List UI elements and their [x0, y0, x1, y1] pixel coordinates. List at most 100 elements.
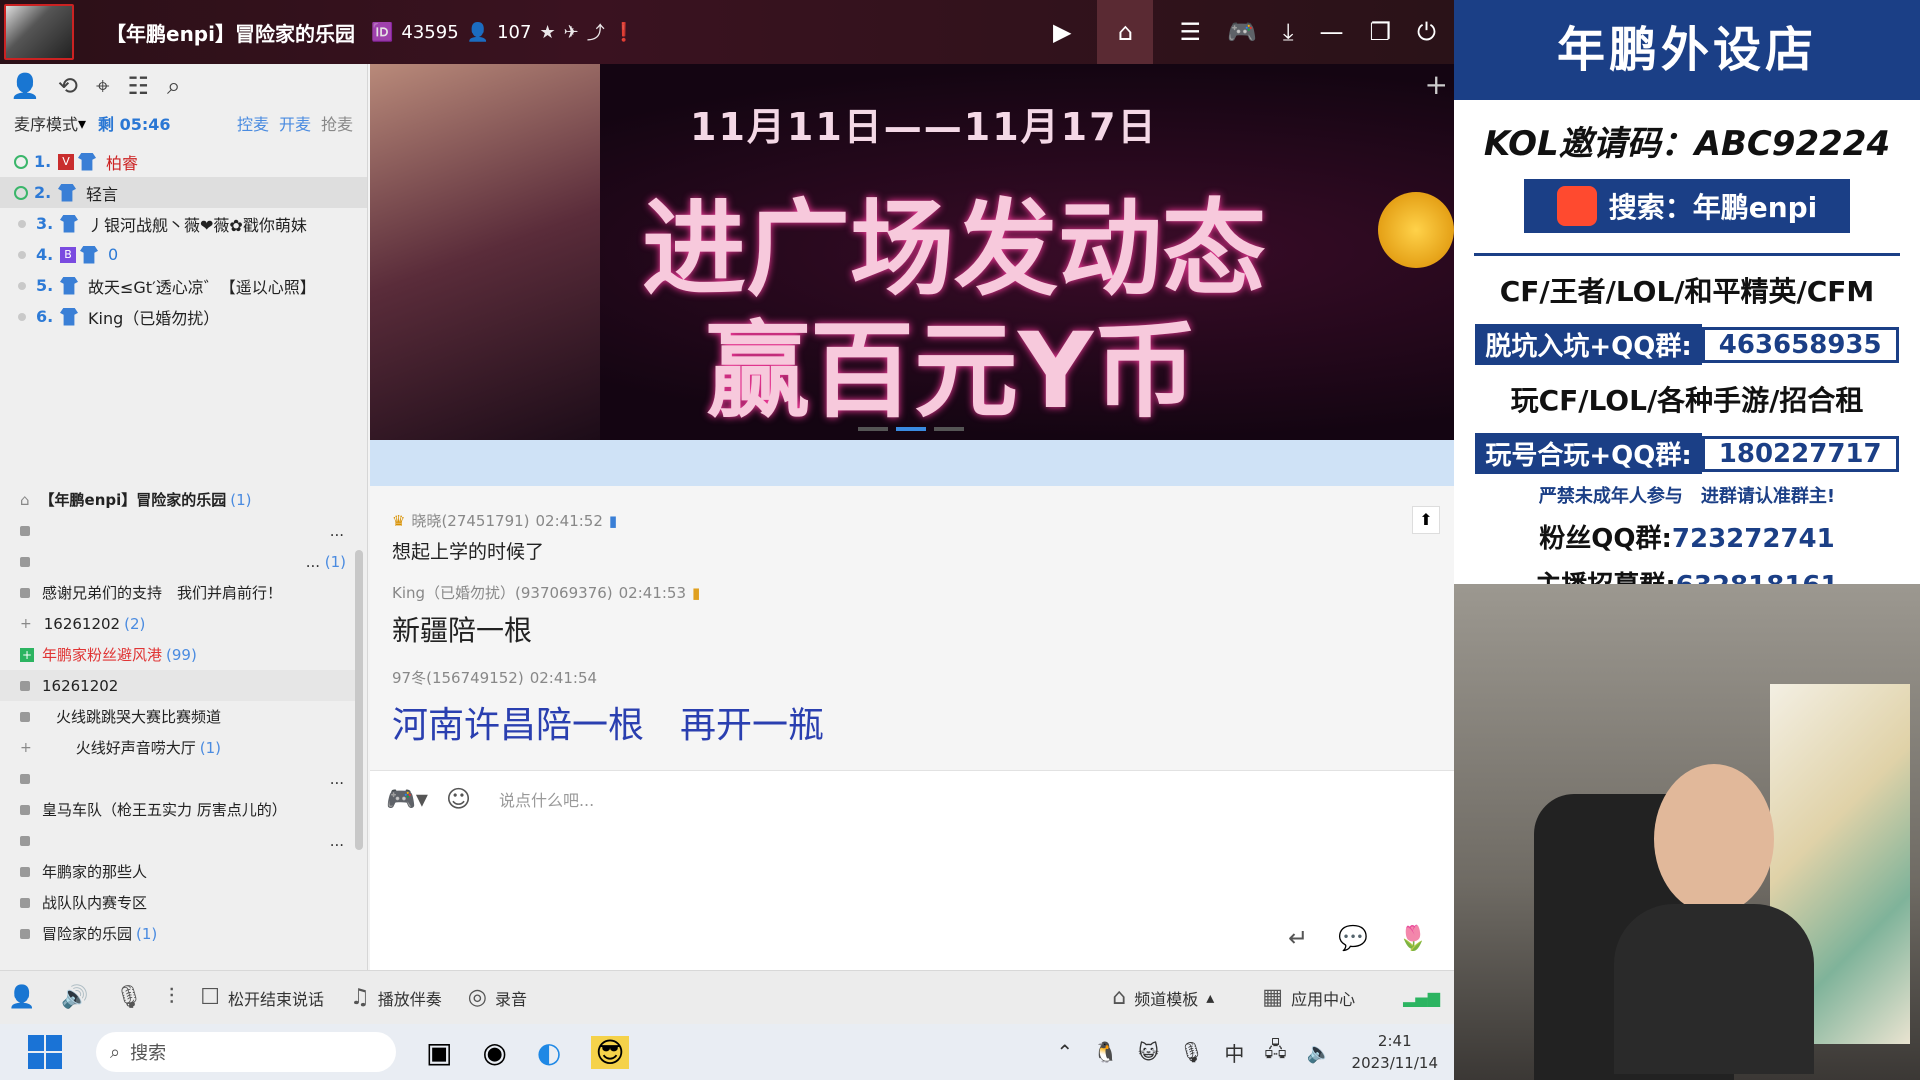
accompany-button[interactable]: ♫ 播放伴奏 [350, 985, 442, 1010]
person-icon[interactable]: 👤 [10, 72, 40, 100]
channel-item[interactable]: ... (1) [0, 546, 360, 577]
queue-item[interactable]: 5. 故天≤Gt′透心凉゛【遥以心照】 [0, 270, 367, 301]
share-icon[interactable]: ⤴ [587, 19, 605, 45]
channel-avatar[interactable] [4, 4, 74, 60]
message-user[interactable]: King（已婚勿扰）(937069376) [392, 582, 613, 603]
expand-icon[interactable]: + [20, 647, 34, 662]
channel-name: 年鹏家粉丝避风港 [42, 646, 163, 664]
record-button[interactable]: ◎ 录音 [468, 985, 527, 1010]
user-avatar[interactable]: 👤 [8, 985, 35, 1010]
alert-icon[interactable]: ❗ [613, 22, 635, 43]
windows-start-icon[interactable] [28, 1035, 62, 1069]
chat-input-area: 🎮▾ ☺ 说点什么吧... ↵ 💬 🌷 [370, 770, 1454, 970]
restore-icon[interactable]: ❐ [1370, 18, 1392, 46]
channel-scrollbar[interactable] [355, 550, 363, 850]
flower-icon[interactable]: 🌷 [1398, 924, 1428, 952]
equalizer-icon[interactable]: ⫶ [169, 985, 175, 1010]
emoji-icon[interactable]: ☺ [446, 785, 471, 813]
channel-item[interactable]: +16261202 (2) [0, 608, 360, 639]
control-mic-button[interactable]: 控麦 [237, 111, 269, 135]
gamepad-icon[interactable]: 🎮 [1227, 18, 1257, 46]
location-icon[interactable]: ⌖ [96, 72, 110, 100]
search-icon[interactable]: ⌕ [167, 72, 180, 100]
queue-item[interactable]: 3. 丿银河战舰丶薇❤薇✿戳你萌妹 [0, 208, 367, 239]
gamepad-icon[interactable]: 🎮▾ [386, 785, 428, 813]
expand-icon[interactable]: + [20, 740, 32, 756]
channel-item[interactable]: 战队队内赛专区 [0, 887, 360, 918]
download-icon[interactable]: ⤓ [1283, 18, 1294, 46]
channel-item[interactable]: 16261202 [0, 670, 360, 701]
channel-count: (2) [124, 614, 146, 633]
yy-tray-icon[interactable]: 😺 [1138, 1040, 1159, 1064]
carousel-dot[interactable] [858, 427, 888, 431]
network-icon[interactable]: 🖧 [1264, 1035, 1286, 1069]
chevron-up-icon[interactable]: ⌃ [1056, 1040, 1073, 1064]
grab-mic-button[interactable]: 抢麦 [321, 111, 353, 135]
microphone-icon[interactable]: 🎙 [115, 985, 143, 1010]
notes-icon[interactable]: ☷ [128, 72, 150, 100]
channel-item[interactable]: + 年鹏家粉丝避风港 (99) [0, 639, 360, 670]
taskbar-search[interactable]: ⌕ 搜索 [96, 1032, 396, 1072]
message-user[interactable]: 97冬(156749152) [392, 667, 524, 688]
channel-item[interactable]: 火线跳跳哭大赛比赛频道 [0, 701, 360, 732]
scroll-top-icon[interactable]: ⬆ [1412, 506, 1440, 534]
more-icon[interactable]: ... [330, 770, 344, 788]
expand-icon[interactable]: + [20, 616, 32, 632]
channel-tree: ⌂ 【年鹏enpi】冒险家的乐园 (1) ... ... (1) 感谢兄弟们的支持 我… [0, 484, 360, 970]
channel-item[interactable]: ... [0, 515, 360, 546]
queue-item[interactable]: 1. V 柏睿 [0, 146, 367, 177]
microphone-icon[interactable]: 🎙 [1179, 1040, 1204, 1064]
channel-item[interactable]: + 火线好声音唠大厅 (1) [0, 732, 360, 763]
message-user[interactable]: 晓晓(27451791) [411, 510, 529, 531]
system-clock[interactable]: 2:41 2023/11/14 [1352, 1030, 1438, 1074]
chevron-up-icon: ▴ [1206, 988, 1215, 1007]
checkbox-icon[interactable]: ☐ [200, 985, 220, 1010]
obs-icon[interactable]: ◉ [482, 1036, 506, 1069]
chat-bubble-icon[interactable]: 💬 [1338, 924, 1368, 952]
files-icon[interactable]: ▣ [426, 1036, 452, 1069]
channel-name: 战队队内赛专区 [42, 894, 148, 912]
channel-template-button[interactable]: ⌂ 频道模板 ▴ [1112, 985, 1214, 1010]
chat-input[interactable]: 说点什么吧... [499, 787, 594, 811]
channel-item[interactable]: ... [0, 825, 360, 856]
mic-mode-select[interactable]: 麦序模式 [14, 111, 78, 135]
chevron-down-icon[interactable]: ▾ [78, 114, 86, 133]
open-mic-button[interactable]: 开麦 [279, 111, 311, 135]
queue-item[interactable]: 6. King（已婚勿扰） [0, 301, 367, 332]
list-icon[interactable]: ☰ [1179, 18, 1201, 46]
ime-indicator[interactable]: 中 [1224, 1038, 1244, 1067]
carousel-dot[interactable] [934, 427, 964, 431]
history-icon[interactable]: ⟲ [58, 72, 78, 100]
power-icon[interactable]: ⏻ [1417, 18, 1436, 46]
queue-number: 3. [36, 214, 54, 233]
more-icon[interactable]: ... [330, 832, 344, 850]
yy-icon[interactable]: 😎 [591, 1035, 629, 1069]
queue-item[interactable]: 2. 轻言 [0, 177, 367, 208]
minimize-icon[interactable]: — [1320, 18, 1344, 46]
star-icon[interactable]: ★ [539, 22, 555, 43]
release-to-end-toggle[interactable]: ☐ 松开结束说话 [200, 985, 324, 1010]
video-icon[interactable]: ▶ [1053, 18, 1071, 46]
channel-item[interactable]: ... [0, 763, 360, 794]
more-icon[interactable]: ... [330, 522, 344, 540]
channel-item[interactable]: ⌂ 【年鹏enpi】冒险家的乐园 (1) [0, 484, 360, 515]
more-icon[interactable]: ... [306, 553, 320, 571]
carousel-dot[interactable] [896, 427, 926, 431]
edge-icon[interactable]: ◐ [537, 1036, 561, 1069]
volume-icon[interactable]: 🔈 [1307, 1040, 1332, 1064]
app-center-button[interactable]: ▦ 应用中心 [1262, 985, 1355, 1010]
channel-item[interactable]: 冒险家的乐园 (1) [0, 918, 360, 949]
channel-item[interactable]: 皇马车队（枪王五实力 厉害点儿的） [0, 794, 360, 825]
mic-mode-bar: 麦序模式 ▾ 剩 05:46 控麦 开麦 抢麦 [0, 108, 367, 138]
windows-taskbar: ⌕ 搜索 ▣ ◉ ◐ 😎 ⌃ 🐧 😺 🎙 中 🖧 🔈 2:41 2023/11/1… [0, 1024, 1454, 1080]
queue-item[interactable]: 4. B 0 [0, 239, 367, 270]
channel-item[interactable]: 感谢兄弟们的支持 我们并肩前行！ [0, 577, 360, 608]
qq-icon[interactable]: 🐧 [1093, 1040, 1118, 1064]
channel-item[interactable]: 年鹏家的那些人 [0, 856, 360, 887]
add-icon[interactable]: + [1425, 68, 1448, 101]
speaker-icon[interactable]: 🔊 [61, 985, 88, 1010]
home-icon[interactable]: ⌂ [1097, 0, 1154, 64]
plane-icon[interactable]: ✈ [564, 22, 579, 43]
event-banner[interactable]: 11月11日——11月17日 进广场发动态 赢百元Y币 + [370, 64, 1454, 440]
enter-icon[interactable]: ↵ [1288, 924, 1308, 952]
